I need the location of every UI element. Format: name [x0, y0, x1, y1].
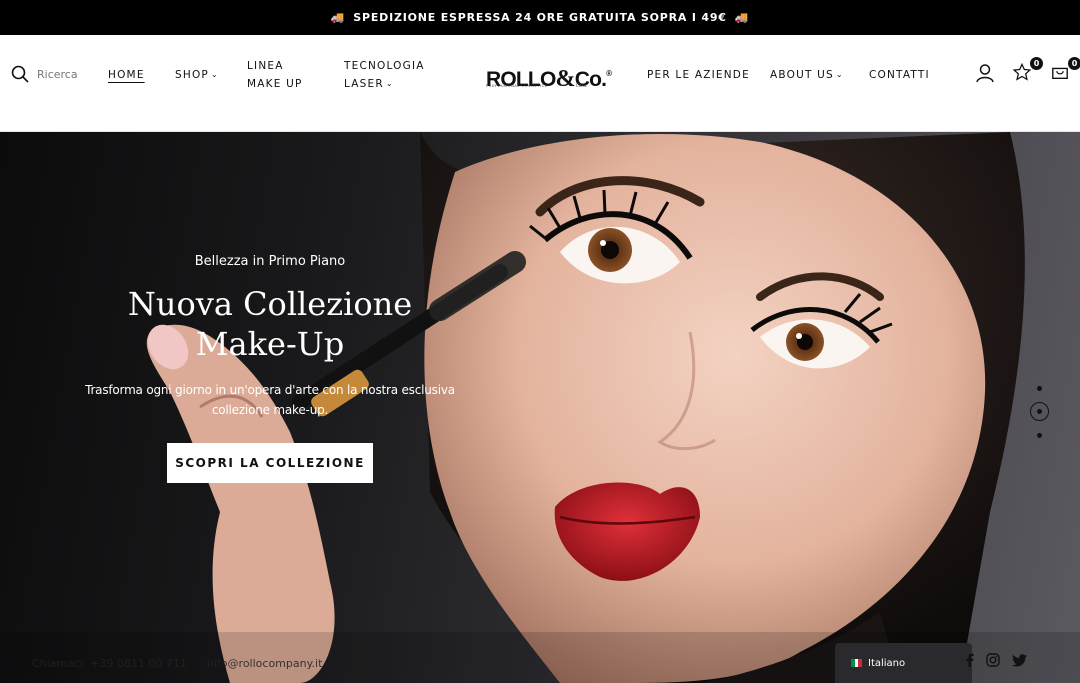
- brand-logo[interactable]: ROLLO&Co.® PROFESSIONAL COSMETICS Clinic: [486, 62, 612, 92]
- facebook-icon[interactable]: [965, 653, 974, 667]
- star-icon: [1012, 62, 1032, 81]
- language-label: Italiano: [868, 657, 906, 669]
- instagram-icon[interactable]: [986, 653, 1000, 667]
- discover-collection-button[interactable]: SCOPRI LA COLLEZIONE: [167, 443, 373, 483]
- cart-button[interactable]: 0: [1051, 57, 1080, 85]
- wishlist-button[interactable]: 0: [1012, 57, 1043, 85]
- logo-clinic-text: Clinic: [576, 83, 587, 88]
- nav-contatti[interactable]: CONTATTI: [869, 66, 930, 84]
- nav-linea-make-up[interactable]: LINEA MAKE UP: [247, 57, 303, 93]
- language-switcher[interactable]: Italiano: [835, 643, 972, 683]
- slide-dot-1[interactable]: [1037, 386, 1042, 391]
- chevron-down-icon: ⌄: [835, 70, 844, 79]
- hero-title-line1: Nuova Collezione: [127, 285, 413, 323]
- nav-shop-label: SHOP: [175, 69, 209, 81]
- logo-subtitle: PROFESSIONAL COSMETICS: [486, 84, 548, 88]
- search-label: Ricerca: [37, 67, 78, 81]
- hero-title: Nuova Collezione Make-Up: [90, 284, 450, 364]
- search-trigger[interactable]: Ricerca: [11, 65, 78, 83]
- slide-dot-2-active[interactable]: [1030, 402, 1049, 421]
- nav-tecnologia-line1: TECNOLOGIA: [344, 60, 425, 72]
- nav-linea-line2: MAKE UP: [247, 78, 303, 90]
- site-header: Ricerca HOME SHOP ⌄ LINEA MAKE UP TECNOLO…: [0, 35, 1080, 132]
- twitter-icon[interactable]: [1012, 653, 1027, 667]
- nav-tecnologia-line2: LASER: [344, 78, 384, 90]
- footer-contact: Chiamaci: +39 0811 00 711 info@rollocomp…: [32, 657, 322, 670]
- slide-dot-3[interactable]: [1037, 433, 1042, 438]
- hero-description: Trasforma ogni giorno in un'opera d'arte…: [85, 383, 455, 417]
- nav-home[interactable]: HOME: [108, 66, 145, 84]
- delivery-truck-icon: 🚚: [734, 11, 750, 24]
- announcement-text: SPEDIZIONE ESPRESSA 24 ORE GRATUITA SOPR…: [353, 11, 727, 24]
- logo-ampersand: &: [555, 66, 576, 92]
- search-icon: [11, 65, 29, 83]
- delivery-truck-icon: 🚚: [330, 11, 346, 24]
- nav-about-us[interactable]: ABOUT US ⌄: [770, 66, 844, 84]
- email-link[interactable]: info@rollocompany.it: [207, 657, 322, 670]
- phone-link[interactable]: Chiamaci: +39 0811 00 711: [32, 657, 187, 670]
- chevron-down-icon: ⌄: [385, 79, 394, 88]
- cart-icon: [1052, 67, 1068, 79]
- nav-tecnologia-laser[interactable]: TECNOLOGIA LASER ⌄: [344, 57, 425, 93]
- hero-slider: Bellezza in Primo Piano Nuova Collezione…: [0, 132, 1080, 683]
- hero-subtitle: Bellezza in Primo Piano: [194, 254, 346, 269]
- nav-per-le-aziende[interactable]: PER LE AZIENDE: [647, 66, 750, 84]
- wishlist-count-badge: 0: [1030, 57, 1043, 70]
- chevron-down-icon: ⌄: [210, 70, 219, 79]
- slider-pagination: [1029, 382, 1051, 442]
- logo-registered-mark: ®: [606, 69, 612, 78]
- announcement-bar: 🚚 SPEDIZIONE ESPRESSA 24 ORE GRATUITA SO…: [0, 0, 1080, 35]
- social-links: [965, 653, 1027, 667]
- user-icon: [976, 64, 994, 83]
- account-button[interactable]: [975, 63, 997, 85]
- nav-linea-line1: LINEA: [247, 60, 284, 72]
- nav-about-label: ABOUT US: [770, 69, 834, 81]
- cart-count-badge: 0: [1068, 57, 1080, 70]
- italy-flag-icon: [851, 659, 863, 667]
- hero-title-line2: Make-Up: [195, 325, 345, 363]
- nav-shop[interactable]: SHOP ⌄: [175, 66, 219, 84]
